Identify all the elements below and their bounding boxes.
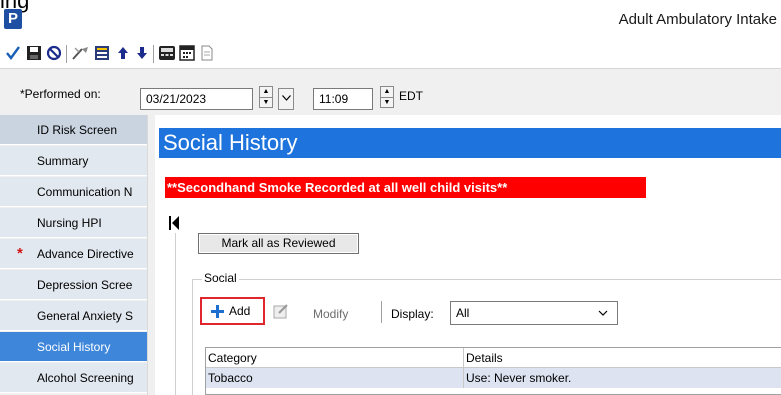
time-field[interactable]: 11:09 xyxy=(313,88,373,110)
sidebar-item-label: Summary xyxy=(37,154,89,168)
date-spinner[interactable]: ▲ ▼ xyxy=(259,86,273,108)
sidebar-item-communication-n[interactable]: Communication N xyxy=(0,177,147,207)
document-icon[interactable] xyxy=(198,44,216,62)
cancel-icon[interactable] xyxy=(45,44,63,62)
edit-icon[interactable] xyxy=(72,44,90,62)
collapse-arrow-icon[interactable] xyxy=(169,216,179,230)
performed-on-row: *Performed on: 03/21/2023 ▲ ▼ 11:09 ▲ ▼ … xyxy=(0,69,781,115)
save-icon[interactable] xyxy=(25,44,43,62)
spin-down-icon[interactable]: ▼ xyxy=(381,98,393,108)
toolbar xyxy=(0,40,781,69)
sidebar-nav: ID Risk Screen Summary Communication N Nurs… xyxy=(0,115,147,395)
form-icon[interactable] xyxy=(93,44,111,62)
sidebar-item-label: Social History xyxy=(37,340,111,354)
sidebar-item-label: ID Risk Screen xyxy=(37,123,118,137)
sidebar-item-label: Depression Scree xyxy=(37,278,133,292)
add-button[interactable]: Add xyxy=(200,297,265,325)
toolbar-separator xyxy=(66,45,67,63)
calculator-icon[interactable] xyxy=(158,44,176,62)
spin-up-icon[interactable]: ▲ xyxy=(381,87,393,98)
sidebar-item-advance-directive[interactable]: * Advance Directive xyxy=(0,239,147,269)
add-label: Add xyxy=(229,304,251,318)
chevron-down-icon xyxy=(281,95,291,101)
arrow-up-icon[interactable] xyxy=(114,44,132,62)
toolbar-separator xyxy=(381,301,382,323)
window-title: Adult Ambulatory Intake xyxy=(618,11,777,28)
sidebar-item-label: General Anxiety S xyxy=(37,309,134,323)
checkmark-icon[interactable] xyxy=(4,44,22,62)
date-field[interactable]: 03/21/2023 xyxy=(140,88,253,110)
title-bar: ing P Adult Ambulatory Intake xyxy=(0,0,781,40)
date-dropdown-button[interactable] xyxy=(278,88,294,110)
sidebar-item-social-history[interactable]: Social History xyxy=(0,332,147,362)
plus-icon xyxy=(211,305,224,318)
mark-all-reviewed-button[interactable]: Mark all as Reviewed xyxy=(198,233,359,254)
performed-on-label: *Performed on: xyxy=(20,87,101,101)
toolbar-separator xyxy=(153,45,154,63)
social-group-label: Social xyxy=(202,271,239,285)
sidebar-item-label: Nursing HPI xyxy=(37,216,102,230)
sidebar-item-label: Advance Directive xyxy=(37,247,134,261)
grid-cell-details[interactable]: Use: Never smoker. xyxy=(464,368,781,388)
sidebar-item-depression-scree[interactable]: Depression Scree xyxy=(0,270,147,300)
timezone-label: EDT xyxy=(399,89,423,103)
social-group-border xyxy=(192,279,193,395)
required-star-icon: * xyxy=(17,245,23,262)
app-logo-icon: P xyxy=(4,9,22,29)
chevron-down-icon xyxy=(598,310,608,316)
sidebar-item-id-risk-screen[interactable]: ID Risk Screen xyxy=(0,115,147,145)
display-select[interactable]: All xyxy=(450,301,618,325)
main-content: Social History **Secondhand Smoke Record… xyxy=(155,115,781,395)
spin-down-icon[interactable]: ▼ xyxy=(260,98,272,108)
sidebar-item-general-anxiety-s[interactable]: General Anxiety S xyxy=(0,301,147,331)
sidebar-item-label: Communication N xyxy=(37,185,133,199)
time-spinner[interactable]: ▲ ▼ xyxy=(380,86,394,108)
calendar-icon[interactable] xyxy=(178,44,196,62)
sidebar-item-summary[interactable]: Summary xyxy=(0,146,147,176)
display-value: All xyxy=(456,306,470,320)
alert-banner: **Secondhand Smoke Recorded at all well … xyxy=(165,177,646,198)
sidebar-item-alcohol-screening[interactable]: Alcohol Screening xyxy=(0,363,147,393)
arrow-down-icon[interactable] xyxy=(133,44,151,62)
sidebar-item-label: Alcohol Screening xyxy=(37,371,134,385)
modify-icon[interactable] xyxy=(273,303,289,319)
section-title: Social History xyxy=(159,128,781,158)
social-group-border xyxy=(192,279,781,280)
column-header-category[interactable]: Category xyxy=(206,348,464,368)
social-history-grid: Category Details Tobacco Use: Never smok… xyxy=(205,347,781,395)
spin-up-icon[interactable]: ▲ xyxy=(260,87,272,98)
modify-button[interactable]: Modify xyxy=(313,307,348,321)
column-header-details[interactable]: Details xyxy=(464,348,781,368)
section-divider xyxy=(175,233,176,395)
grid-cell-category[interactable]: Tobacco xyxy=(206,368,464,388)
display-label: Display: xyxy=(391,307,434,321)
sidebar-item-nursing-hpi[interactable]: Nursing HPI xyxy=(0,208,147,238)
